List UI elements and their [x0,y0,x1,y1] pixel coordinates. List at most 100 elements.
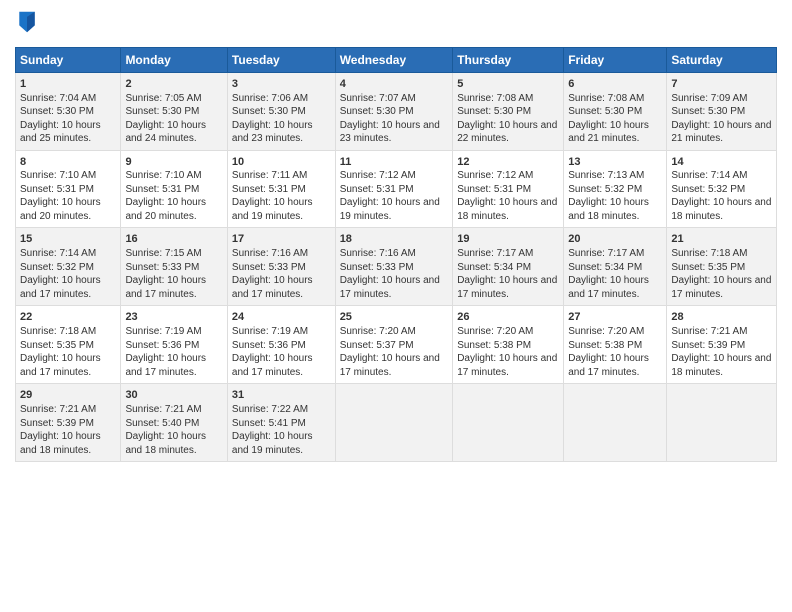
cell-daylight: Daylight: 10 hours and 20 minutes. [20,196,116,223]
calendar-cell: 18Sunrise: 7:16 AMSunset: 5:33 PMDayligh… [335,228,453,306]
cell-day-number: 7 [671,78,677,90]
cell-daylight: Daylight: 10 hours and 17 minutes. [457,352,559,379]
calendar-cell [453,384,564,462]
cell-sunrise: Sunrise: 7:10 AM [125,169,222,183]
calendar-cell: 31Sunrise: 7:22 AMSunset: 5:41 PMDayligh… [227,384,335,462]
cell-sunrise: Sunrise: 7:04 AM [20,92,116,106]
cell-day-number: 17 [232,233,244,245]
logo-text [15,10,37,39]
calendar-cell: 25Sunrise: 7:20 AMSunset: 5:37 PMDayligh… [335,306,453,384]
cell-day-number: 11 [340,156,352,168]
cell-sunset: Sunset: 5:33 PM [125,261,222,275]
logo [15,10,37,39]
cell-daylight: Daylight: 10 hours and 19 minutes. [232,196,331,223]
page-container: Sunday Monday Tuesday Wednesday Thursday… [0,0,792,472]
calendar-cell: 30Sunrise: 7:21 AMSunset: 5:40 PMDayligh… [121,384,227,462]
calendar-cell: 14Sunrise: 7:14 AMSunset: 5:32 PMDayligh… [667,150,777,228]
calendar-cell: 4Sunrise: 7:07 AMSunset: 5:30 PMDaylight… [335,72,453,150]
calendar-cell: 12Sunrise: 7:12 AMSunset: 5:31 PMDayligh… [453,150,564,228]
cell-day-number: 14 [671,156,683,168]
cell-day-number: 26 [457,311,469,323]
cell-sunset: Sunset: 5:39 PM [671,339,772,353]
header [15,10,777,39]
cell-sunset: Sunset: 5:34 PM [568,261,662,275]
calendar-table: Sunday Monday Tuesday Wednesday Thursday… [15,47,777,462]
cell-sunrise: Sunrise: 7:22 AM [232,403,331,417]
cell-day-number: 12 [457,156,469,168]
cell-sunrise: Sunrise: 7:17 AM [568,247,662,261]
cell-sunrise: Sunrise: 7:18 AM [20,325,116,339]
calendar-cell: 17Sunrise: 7:16 AMSunset: 5:33 PMDayligh… [227,228,335,306]
cell-day-number: 3 [232,78,238,90]
cell-daylight: Daylight: 10 hours and 21 minutes. [671,119,772,146]
calendar-cell: 9Sunrise: 7:10 AMSunset: 5:31 PMDaylight… [121,150,227,228]
cell-sunset: Sunset: 5:35 PM [671,261,772,275]
calendar-body: 1Sunrise: 7:04 AMSunset: 5:30 PMDaylight… [16,72,777,461]
cell-sunrise: Sunrise: 7:10 AM [20,169,116,183]
calendar-cell: 6Sunrise: 7:08 AMSunset: 5:30 PMDaylight… [564,72,667,150]
cell-daylight: Daylight: 10 hours and 17 minutes. [232,274,331,301]
cell-sunset: Sunset: 5:34 PM [457,261,559,275]
cell-sunset: Sunset: 5:39 PM [20,417,116,431]
calendar-week-row: 8Sunrise: 7:10 AMSunset: 5:31 PMDaylight… [16,150,777,228]
cell-daylight: Daylight: 10 hours and 21 minutes. [568,119,662,146]
calendar-cell: 13Sunrise: 7:13 AMSunset: 5:32 PMDayligh… [564,150,667,228]
cell-sunset: Sunset: 5:31 PM [20,183,116,197]
cell-day-number: 28 [671,311,683,323]
cell-sunrise: Sunrise: 7:20 AM [457,325,559,339]
cell-sunrise: Sunrise: 7:16 AM [232,247,331,261]
cell-sunset: Sunset: 5:32 PM [20,261,116,275]
calendar-cell: 15Sunrise: 7:14 AMSunset: 5:32 PMDayligh… [16,228,121,306]
cell-day-number: 27 [568,311,580,323]
calendar-cell: 23Sunrise: 7:19 AMSunset: 5:36 PMDayligh… [121,306,227,384]
cell-sunset: Sunset: 5:30 PM [340,105,449,119]
cell-sunrise: Sunrise: 7:09 AM [671,92,772,106]
col-friday: Friday [564,47,667,72]
cell-sunset: Sunset: 5:36 PM [125,339,222,353]
cell-sunrise: Sunrise: 7:14 AM [671,169,772,183]
calendar-cell: 26Sunrise: 7:20 AMSunset: 5:38 PMDayligh… [453,306,564,384]
header-row: Sunday Monday Tuesday Wednesday Thursday… [16,47,777,72]
cell-sunset: Sunset: 5:30 PM [568,105,662,119]
cell-sunrise: Sunrise: 7:12 AM [340,169,449,183]
cell-daylight: Daylight: 10 hours and 18 minutes. [671,352,772,379]
cell-daylight: Daylight: 10 hours and 25 minutes. [20,119,116,146]
cell-day-number: 22 [20,311,32,323]
calendar-cell [667,384,777,462]
cell-sunset: Sunset: 5:32 PM [671,183,772,197]
col-wednesday: Wednesday [335,47,453,72]
col-monday: Monday [121,47,227,72]
calendar-cell: 24Sunrise: 7:19 AMSunset: 5:36 PMDayligh… [227,306,335,384]
calendar-cell [564,384,667,462]
calendar-cell: 16Sunrise: 7:15 AMSunset: 5:33 PMDayligh… [121,228,227,306]
calendar-cell: 20Sunrise: 7:17 AMSunset: 5:34 PMDayligh… [564,228,667,306]
cell-sunrise: Sunrise: 7:05 AM [125,92,222,106]
cell-daylight: Daylight: 10 hours and 17 minutes. [568,352,662,379]
cell-sunset: Sunset: 5:33 PM [340,261,449,275]
cell-daylight: Daylight: 10 hours and 22 minutes. [457,119,559,146]
logo-icon [17,10,37,34]
cell-daylight: Daylight: 10 hours and 17 minutes. [457,274,559,301]
cell-sunrise: Sunrise: 7:20 AM [340,325,449,339]
calendar-cell: 1Sunrise: 7:04 AMSunset: 5:30 PMDaylight… [16,72,121,150]
cell-sunset: Sunset: 5:41 PM [232,417,331,431]
col-tuesday: Tuesday [227,47,335,72]
calendar-cell: 2Sunrise: 7:05 AMSunset: 5:30 PMDaylight… [121,72,227,150]
calendar-cell: 29Sunrise: 7:21 AMSunset: 5:39 PMDayligh… [16,384,121,462]
cell-day-number: 4 [340,78,346,90]
cell-sunset: Sunset: 5:30 PM [671,105,772,119]
cell-sunset: Sunset: 5:36 PM [232,339,331,353]
cell-sunrise: Sunrise: 7:20 AM [568,325,662,339]
cell-sunset: Sunset: 5:35 PM [20,339,116,353]
cell-daylight: Daylight: 10 hours and 17 minutes. [20,274,116,301]
calendar-cell: 3Sunrise: 7:06 AMSunset: 5:30 PMDaylight… [227,72,335,150]
cell-day-number: 21 [671,233,683,245]
cell-sunrise: Sunrise: 7:16 AM [340,247,449,261]
cell-daylight: Daylight: 10 hours and 18 minutes. [457,196,559,223]
cell-sunset: Sunset: 5:30 PM [457,105,559,119]
cell-day-number: 2 [125,78,131,90]
cell-daylight: Daylight: 10 hours and 18 minutes. [125,430,222,457]
cell-sunrise: Sunrise: 7:11 AM [232,169,331,183]
calendar-cell: 21Sunrise: 7:18 AMSunset: 5:35 PMDayligh… [667,228,777,306]
cell-sunrise: Sunrise: 7:17 AM [457,247,559,261]
